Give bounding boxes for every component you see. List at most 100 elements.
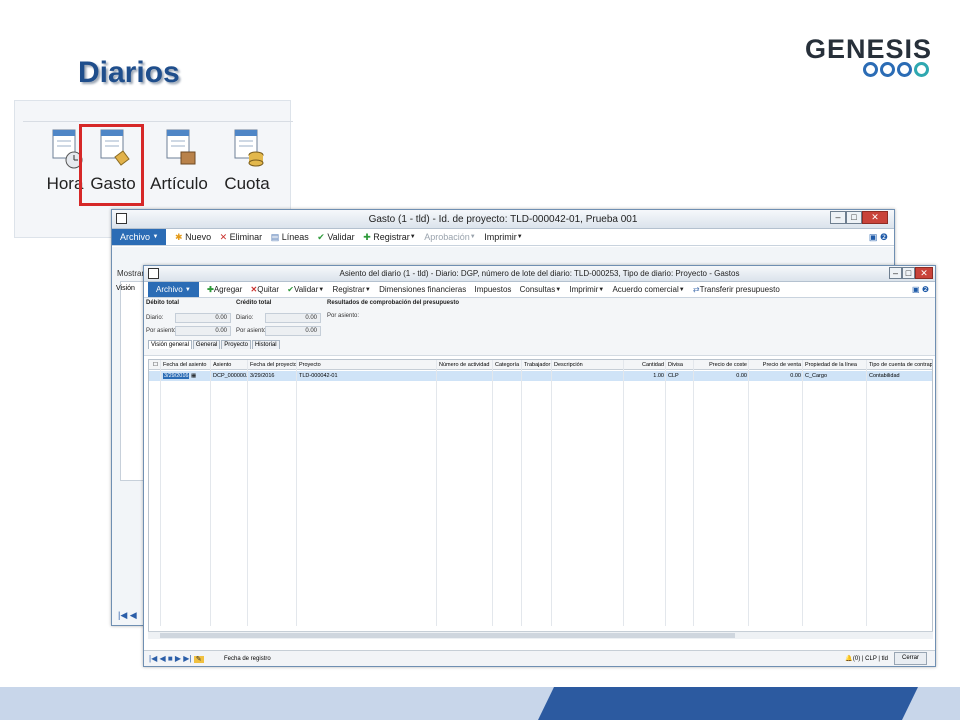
impuestos-button[interactable]: Impuestos xyxy=(474,282,511,298)
lineas-button[interactable]: ▤ Líneas xyxy=(271,229,309,246)
tab-proyecto[interactable]: Proyecto xyxy=(221,340,251,349)
genesis-logo: GENESIS xyxy=(805,34,931,80)
bell-icon[interactable]: 🔔 xyxy=(845,656,852,662)
quitar-button[interactable]: ✕Quitar xyxy=(251,282,280,298)
col-tipo-cuenta[interactable]: Tipo de cuenta de contrapar xyxy=(867,360,932,370)
acuerdo-button[interactable]: Acuerdo comercial▼ xyxy=(612,282,684,298)
lines-icon: ▤ xyxy=(270,232,280,242)
gasto-action-bar: Archivo ▼ ✱ Nuevo ✕ Eliminar ▤ Líneas ✔ … xyxy=(112,229,894,246)
cell-divisa[interactable]: CLP xyxy=(666,371,694,381)
cell-asiento[interactable]: DCP_000000... xyxy=(211,371,248,381)
col-propiedad[interactable]: Propiedad de la línea xyxy=(803,360,867,370)
horizontal-scrollbar[interactable] xyxy=(148,631,933,639)
col-divisa[interactable]: Divisa xyxy=(666,360,694,370)
maximize-button[interactable]: □ xyxy=(846,211,862,224)
chevron-down-icon: ▼ xyxy=(318,287,325,293)
dimensiones-button[interactable]: Dimensiones financieras xyxy=(379,282,466,298)
cell-actividad[interactable] xyxy=(437,371,493,381)
consultas-button[interactable]: Consultas▼ xyxy=(520,282,562,298)
vision-tab[interactable]: Visión xyxy=(116,285,135,292)
col-precio-venta[interactable]: Precio de venta xyxy=(749,360,803,370)
mostrar-label: Mostrar xyxy=(117,269,145,278)
articulo-button[interactable]: Artículo xyxy=(149,127,209,207)
registrar-button[interactable]: Registrar▼ xyxy=(332,282,370,298)
acuerdo-label: Acuerdo comercial xyxy=(612,285,679,295)
footer-accent xyxy=(538,687,918,720)
archivo-menu[interactable]: Archivo ▼ xyxy=(112,229,167,245)
chevron-down-icon: ▼ xyxy=(184,287,191,293)
column-divider xyxy=(866,360,867,626)
tab-vision-general[interactable]: Visión general xyxy=(148,340,192,349)
asiento-credit-field: 0.00 xyxy=(265,326,321,336)
validar-button[interactable]: ✔ Validar xyxy=(317,229,354,246)
scrollbar-thumb[interactable] xyxy=(160,633,735,638)
archivo-menu[interactable]: Archivo ▼ xyxy=(148,282,199,297)
cell-trabajador[interactable] xyxy=(522,371,552,381)
gasto-highlight xyxy=(79,124,144,206)
status-right: 🔔(0) | CLP | tld Cerrar xyxy=(845,651,927,667)
validar-button[interactable]: ✔Validar▼ xyxy=(287,282,324,298)
agregar-button[interactable]: ✚Agregar xyxy=(207,282,242,298)
table-row[interactable]: 3/29/2016 ▦ DCP_000000... 3/29/2016 TLD-… xyxy=(149,371,932,381)
minimize-button[interactable]: – xyxy=(889,267,902,279)
col-precio-coste[interactable]: Precio de coste xyxy=(694,360,749,370)
col-actividad[interactable]: Número de actividad xyxy=(437,360,493,370)
imprimir-button[interactable]: Imprimir▼ xyxy=(569,282,604,298)
help-icons[interactable]: ▣ ❷ xyxy=(912,282,929,298)
cell-descripcion[interactable] xyxy=(552,371,624,381)
minimize-button[interactable]: – xyxy=(830,211,846,224)
transferir-button[interactable]: ⇄Transferir presupuesto xyxy=(693,282,780,298)
record-nav[interactable]: |◀ ◀ ■ ▶ ▶| ✎ xyxy=(149,651,204,668)
diario-credit-field: 0.00 xyxy=(265,313,321,323)
column-divider xyxy=(436,360,437,626)
debito-heading: Débito total xyxy=(146,300,179,306)
cell-fecha-asiento[interactable]: 3/29/2016 ▦ xyxy=(161,371,211,381)
cell-categoria[interactable] xyxy=(493,371,522,381)
cell-propiedad[interactable]: C_Cargo xyxy=(803,371,867,381)
nuevo-button[interactable]: ✱ Nuevo xyxy=(175,229,211,246)
imprimir-button[interactable]: Imprimir▼ xyxy=(484,229,522,246)
column-divider xyxy=(160,360,161,626)
col-asiento[interactable]: Asiento xyxy=(211,360,248,370)
record-nav[interactable]: |◀ ◀ xyxy=(118,610,137,621)
col-cantidad[interactable]: Cantidad xyxy=(624,360,666,370)
eliminar-button[interactable]: ✕ Eliminar xyxy=(220,229,263,246)
close-button[interactable]: ✕ xyxy=(862,211,888,224)
cell-precio-venta[interactable]: 0.00 xyxy=(749,371,803,381)
cell-tipo-cuenta[interactable]: Contabilidad xyxy=(867,371,932,381)
imprimir-label: Imprimir xyxy=(569,285,599,295)
new-star-icon: ✱ xyxy=(175,232,183,242)
maximize-button[interactable]: □ xyxy=(902,267,915,279)
asiento-credit-label: Por asiento: xyxy=(236,328,269,334)
tab-historial[interactable]: Historial xyxy=(251,340,280,349)
impuestos-label: Impuestos xyxy=(474,285,512,294)
col-fecha-asiento[interactable]: Fecha del asiento xyxy=(161,360,211,370)
check-icon: ✔ xyxy=(317,232,325,242)
cell-cantidad[interactable]: 1.00 xyxy=(624,371,666,381)
tab-general[interactable]: General xyxy=(192,340,221,349)
help-icons[interactable]: ▣ ❷ xyxy=(869,229,888,246)
transfer-icon: ⇄ xyxy=(692,285,700,294)
asiento-debit-field: 0.00 xyxy=(175,326,231,336)
cerrar-button[interactable]: Cerrar xyxy=(893,651,927,665)
col-fecha-proyecto[interactable]: Fecha del proyecto xyxy=(248,360,297,370)
nuevo-label: Nuevo xyxy=(185,232,212,242)
cuota-button[interactable]: Cuota xyxy=(217,127,277,207)
cell-precio-coste[interactable]: 0.00 xyxy=(694,371,749,381)
select-all-checkbox[interactable]: ☐ xyxy=(151,360,160,370)
edit-pencil-icon[interactable]: ✎ xyxy=(193,656,204,663)
diario-debit-field: 0.00 xyxy=(175,313,231,323)
cell-proyecto[interactable]: TLD-000042-01 xyxy=(297,371,437,381)
chevron-down-icon: ▼ xyxy=(469,234,476,241)
col-categoria[interactable]: Categoría xyxy=(493,360,522,370)
col-descripcion[interactable]: Descripción xyxy=(552,360,624,370)
close-button[interactable]: ✕ xyxy=(915,267,933,279)
aprobacion-button[interactable]: Aprobación▼ xyxy=(424,229,476,246)
registrar-button[interactable]: ✚ Registrar▼ xyxy=(363,229,416,246)
agregar-label: Agregar xyxy=(213,285,243,294)
col-proyecto[interactable]: Proyecto xyxy=(297,360,437,370)
col-trabajador[interactable]: Trabajador xyxy=(522,360,552,370)
logo-ring xyxy=(880,62,895,77)
cell-fecha-proyecto[interactable]: 3/29/2016 xyxy=(248,371,297,381)
window-controls: – □ ✕ xyxy=(830,211,888,225)
